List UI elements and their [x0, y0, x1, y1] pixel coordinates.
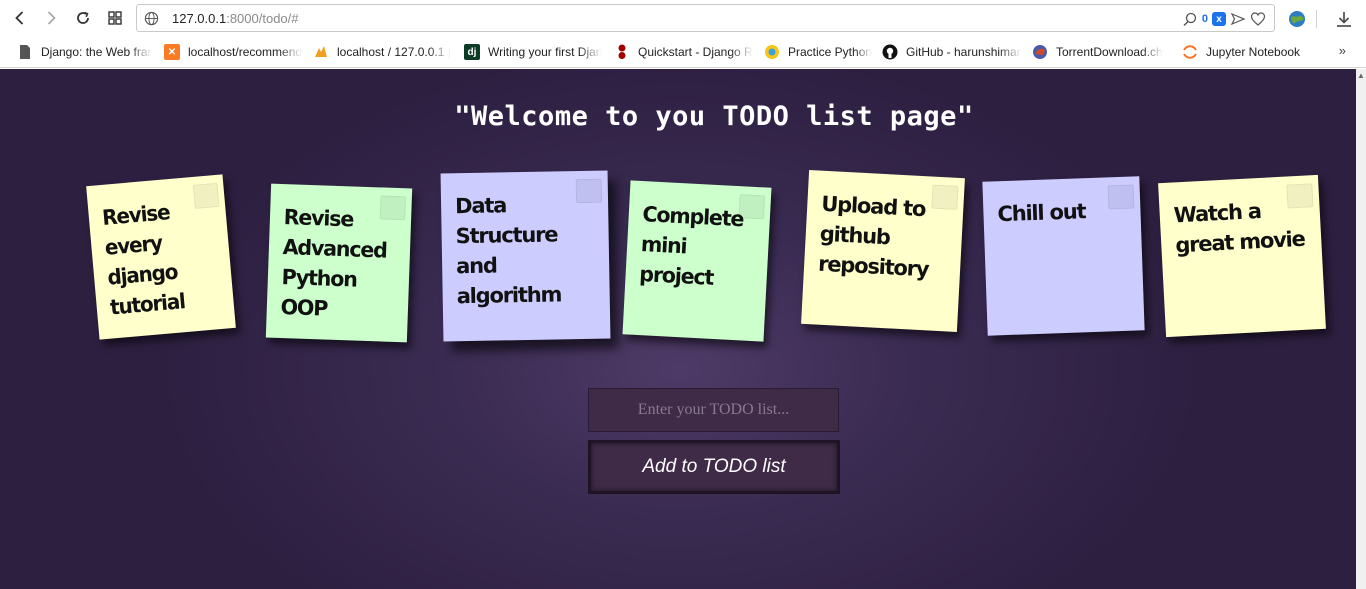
scroll-up-icon[interactable]: ▲ [1357, 71, 1365, 80]
practice-python-icon [764, 44, 780, 60]
url-host: 127.0.0.1 [172, 11, 227, 26]
sticky-note[interactable]: Complete mini project [622, 180, 772, 342]
sticky-note[interactable]: Upload to github repository [801, 170, 965, 332]
bookmark-torrentdownload[interactable]: TorrentDownload.ch [1032, 43, 1172, 61]
forward-arrow-icon [47, 11, 56, 25]
send-icon[interactable] [1230, 11, 1246, 27]
grid-icon [108, 11, 122, 25]
bookmark-writing-django[interactable]: dj Writing your first Django app [464, 43, 602, 61]
note-pin-icon [931, 184, 959, 210]
note-pin-icon [1107, 184, 1135, 210]
bookmark-jupyter[interactable]: Jupyter Notebook [1182, 43, 1307, 61]
note-pin-icon [1286, 183, 1314, 209]
drf-icon [614, 44, 630, 60]
todo-input[interactable] [588, 388, 839, 432]
bookmark-label: localhost / 127.0.0.1 | phpMyAdmin [337, 45, 451, 59]
address-bar[interactable]: 127.0.0.1:8000/todo/# 0 x [136, 4, 1275, 32]
bookmark-practice-python[interactable]: Practice Python [764, 43, 874, 61]
speed-dial-button[interactable] [103, 6, 127, 30]
extension-count: 0 [1201, 13, 1208, 25]
adblock-icon[interactable]: x [1212, 12, 1226, 26]
reload-icon [77, 11, 89, 24]
sticky-note[interactable]: Data Structure and algorithm [440, 170, 611, 342]
note-pin-icon [738, 194, 766, 220]
bookmark-label: Jupyter Notebook [1206, 45, 1301, 59]
bookmark-label: localhost/recommendations [188, 45, 302, 59]
sticky-note[interactable]: Watch a great movie [1158, 174, 1326, 338]
todo-page: "Welcome to you TODO list page" Revise e… [0, 69, 1356, 589]
vpn-globe-icon[interactable] [1287, 9, 1307, 29]
bookmark-recommendations[interactable]: ✕ localhost/recommendations [164, 43, 302, 61]
globe-icon [144, 11, 159, 26]
note-pin-icon [192, 182, 220, 209]
address-bar-actions: 0 x [1182, 10, 1266, 28]
bookmarks-more-button[interactable]: » [1339, 43, 1346, 58]
reload-button[interactable] [71, 6, 95, 30]
note-text: Chill out [997, 199, 1086, 227]
jupyter-icon [1182, 44, 1198, 60]
back-arrow-icon [15, 11, 24, 25]
page-title: "Welcome to you TODO list page" [454, 101, 974, 132]
github-icon [882, 44, 898, 60]
document-icon [17, 44, 33, 60]
bookmark-github[interactable]: GitHub - harunshimanto [882, 43, 1022, 61]
url-path: :8000/todo/# [226, 11, 299, 26]
bookmark-label: GitHub - harunshimanto [906, 45, 1022, 59]
note-pin-icon [379, 195, 407, 221]
bookmark-label: Django: the Web framework [41, 45, 152, 59]
bookmark-django[interactable]: Django: the Web framework [17, 43, 152, 61]
bookmark-phpmyadmin[interactable]: localhost / 127.0.0.1 | phpMyAdmin [313, 43, 451, 61]
bookmark-label: TorrentDownload.ch [1056, 45, 1163, 59]
add-todo-button[interactable]: Add to TODO list [588, 440, 840, 494]
heart-icon[interactable] [1250, 11, 1266, 27]
note-text: Revise every django tutorial [101, 200, 186, 320]
toolbar-separator [1316, 10, 1317, 28]
download-icon[interactable] [1334, 9, 1354, 29]
sticky-note[interactable]: Revise Advanced Python OOP [265, 183, 413, 343]
sticky-note[interactable]: Revise every django tutorial [86, 174, 236, 340]
note-text: Watch a great movie [1173, 198, 1306, 258]
page-scrollbar[interactable]: ▲ [1356, 69, 1366, 589]
phpmyadmin-icon [313, 44, 329, 60]
url-text: 127.0.0.1:8000/todo/# [172, 11, 299, 26]
bookmarks-bar: Django: the Web framework ✕ localhost/re… [0, 37, 1366, 68]
note-text: Revise Advanced Python OOP [280, 205, 388, 321]
back-button[interactable] [8, 6, 32, 30]
forward-button[interactable] [39, 6, 63, 30]
bookmark-label: Practice Python [788, 45, 873, 59]
bookmark-label: Writing your first Django app [488, 45, 602, 59]
note-text: Complete mini project [638, 202, 744, 290]
sticky-note[interactable]: Chill out [982, 176, 1145, 336]
browser-toolbar: 127.0.0.1:8000/todo/# 0 x [0, 0, 1366, 37]
xampp-icon: ✕ [164, 44, 180, 60]
search-icon[interactable] [1182, 11, 1198, 27]
note-text: Data Structure and algorithm [454, 193, 562, 309]
django-icon: dj [464, 44, 480, 60]
bookmark-drf-quickstart[interactable]: Quickstart - Django REST framework [614, 43, 753, 61]
note-pin-icon [575, 178, 603, 204]
note-text: Upload to github repository [817, 191, 930, 282]
bookmark-label: Quickstart - Django REST framework [638, 45, 753, 59]
torrent-icon [1032, 44, 1048, 60]
